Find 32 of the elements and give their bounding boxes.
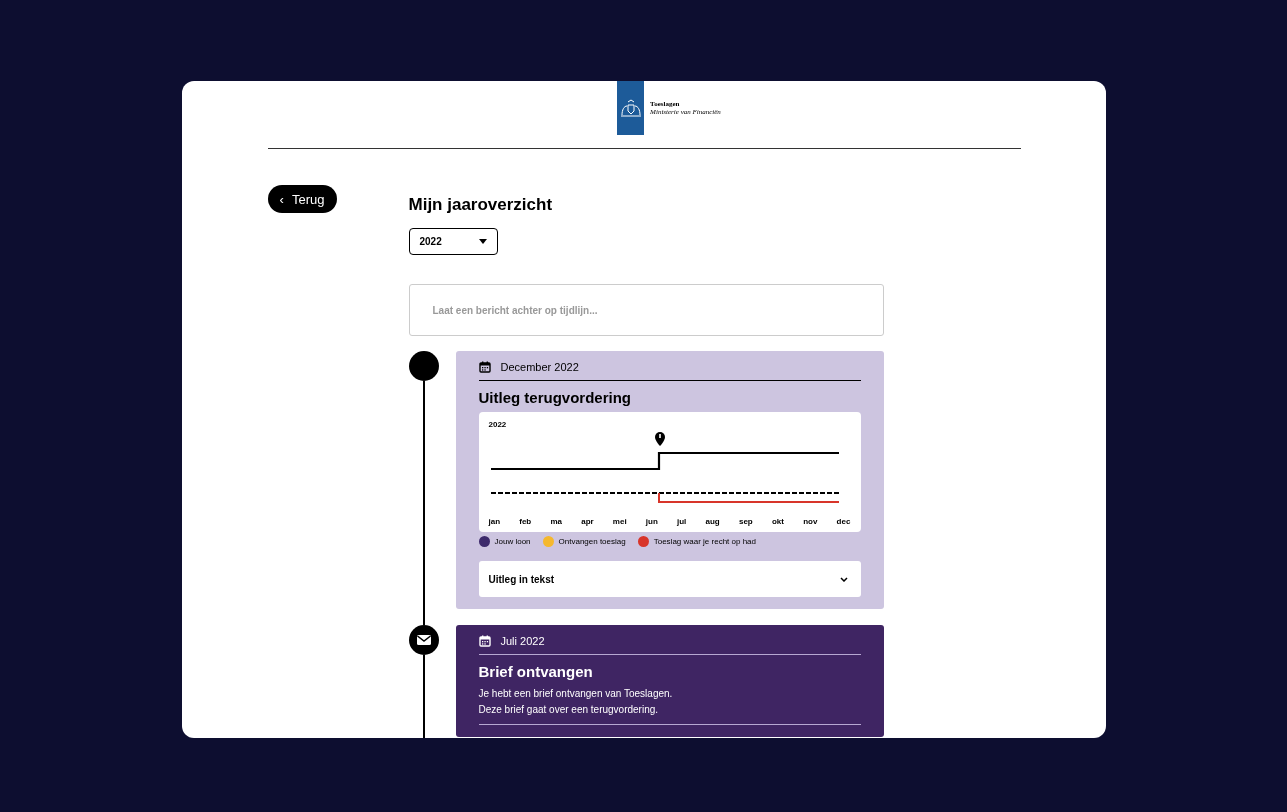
- legend-label: Ontvangen toeslag: [558, 537, 626, 546]
- event-title: Uitleg terugvordering: [478, 389, 632, 406]
- calendar-icon: [478, 635, 491, 647]
- chart-year: 2022: [487, 420, 508, 429]
- legend-label: Jouw loon: [494, 537, 531, 546]
- month-label: mei: [612, 517, 627, 526]
- event-text: Deze brief gaat over een terugvordering.: [478, 703, 660, 717]
- month-label: jan: [488, 517, 501, 526]
- page-title: Mijn jaaroverzicht: [408, 195, 554, 215]
- event-text: Je hebt een brief ontvangen van Toeslagen.: [478, 687, 674, 701]
- calendar-icon: [478, 361, 491, 373]
- month-label: dec: [836, 517, 851, 526]
- legend-label: Toeslag waar je recht op had: [653, 537, 756, 546]
- month-label: sep: [738, 517, 753, 526]
- chevron-icon: [839, 576, 848, 582]
- month-label: ma: [550, 517, 562, 526]
- accordion-toggle[interactable]: Uitleg in tekst: [478, 561, 861, 597]
- month-label: okt: [771, 517, 784, 526]
- month-label: apr: [581, 517, 594, 526]
- coat-of-arms-icon: [619, 99, 642, 117]
- back-button[interactable]: ‹ Terug: [267, 185, 337, 213]
- month-label: jul: [677, 517, 687, 526]
- month-label: nov: [803, 517, 818, 526]
- message-field[interactable]: Laat een bericht achter op tijdlijn...: [408, 284, 884, 336]
- event-date: December 2022: [500, 361, 579, 373]
- event-date: Juli 2022: [500, 635, 545, 647]
- event-title: Brief ontvangen: [478, 663, 594, 680]
- year-select[interactable]: 2022: [408, 228, 498, 255]
- month-label: aug: [705, 517, 720, 526]
- month-label: jun: [645, 517, 658, 526]
- month-label: feb: [519, 517, 532, 526]
- dropdown-caret-icon: [478, 239, 487, 244]
